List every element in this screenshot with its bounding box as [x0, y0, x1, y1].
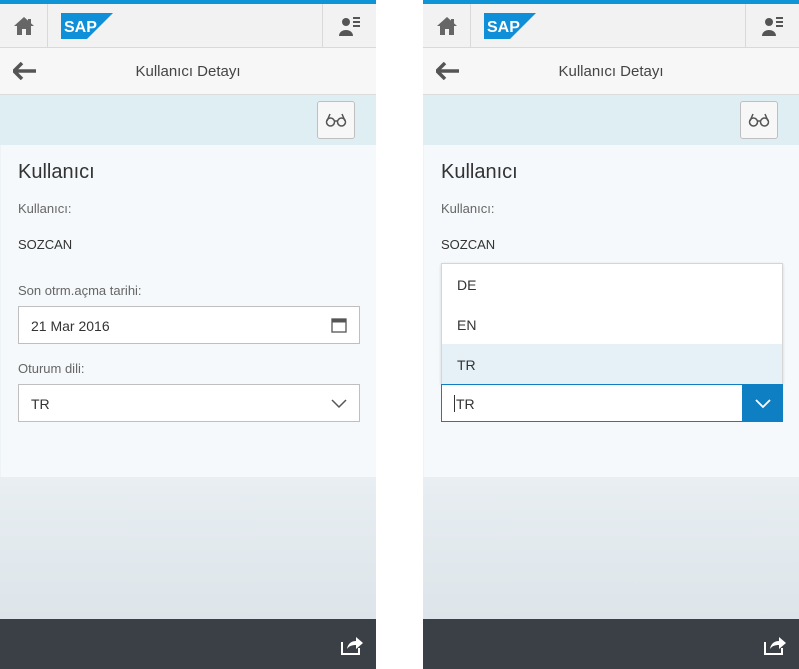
- dropdown-option-label: DE: [457, 277, 477, 293]
- nav-bar: Kullanıcı Detayı: [0, 48, 376, 95]
- subheader-toolbar: [0, 95, 376, 145]
- logon-language-select[interactable]: TR: [441, 384, 783, 422]
- user-value: SOZCAN: [18, 237, 73, 252]
- dropdown-option-tr[interactable]: TR: [442, 344, 782, 384]
- screen-dropdown-open: SAP Kullanıcı Detayı Kullanıcı Kullanıcı…: [423, 0, 799, 669]
- language-dropdown-list: DE EN TR: [441, 263, 783, 384]
- logon-language-value: TR: [456, 396, 475, 412]
- calendar-icon[interactable]: [331, 317, 347, 333]
- text-cursor: [454, 395, 455, 412]
- page-title: Kullanıcı Detayı: [558, 63, 664, 80]
- page-title: Kullanıcı Detayı: [135, 63, 241, 80]
- footer-bar: [0, 619, 376, 669]
- share-icon[interactable]: [340, 634, 364, 656]
- display-mode-button[interactable]: [317, 101, 355, 139]
- chevron-down-icon: [754, 399, 771, 409]
- svg-text:SAP: SAP: [487, 19, 520, 36]
- shell-bar: SAP: [0, 4, 376, 48]
- logon-language-select[interactable]: TR: [18, 384, 360, 422]
- glasses-icon: [748, 113, 770, 127]
- user-detail-form: Kullanıcı Kullanıcı: SOZCAN DE EN TR TR: [423, 145, 799, 477]
- logon-language-label: Oturum dili:: [18, 361, 85, 376]
- user-menu-icon: [761, 16, 783, 36]
- user-menu-button[interactable]: [322, 4, 376, 47]
- user-detail-form: Kullanıcı Kullanıcı: SOZCAN Son otrm.açm…: [0, 145, 376, 477]
- dropdown-option-de[interactable]: DE: [442, 264, 782, 304]
- last-logon-label: Son otrm.açma tarihi:: [18, 283, 142, 298]
- svg-text:SAP: SAP: [64, 19, 97, 36]
- footer-bar: [423, 619, 799, 669]
- subheader-toolbar: [423, 95, 799, 145]
- user-label: Kullanıcı:: [18, 201, 72, 216]
- user-label: Kullanıcı:: [441, 201, 495, 216]
- last-logon-date-field[interactable]: 21 Mar 2016: [18, 306, 360, 344]
- share-icon[interactable]: [763, 634, 787, 656]
- home-button[interactable]: [0, 4, 48, 47]
- sap-logo: SAP: [484, 13, 536, 39]
- dropdown-option-label: EN: [457, 317, 477, 333]
- empty-area: [0, 477, 376, 619]
- dropdown-option-label: TR: [457, 357, 476, 373]
- last-logon-date-value: 21 Mar 2016: [31, 318, 110, 334]
- section-title: Kullanıcı: [441, 161, 518, 183]
- display-mode-button[interactable]: [740, 101, 778, 139]
- empty-area: [423, 477, 799, 619]
- dropdown-option-en[interactable]: EN: [442, 304, 782, 344]
- home-button[interactable]: [423, 4, 471, 47]
- home-icon: [13, 16, 34, 35]
- chevron-down-icon[interactable]: [331, 397, 347, 409]
- user-value: SOZCAN: [441, 237, 496, 252]
- home-icon: [436, 16, 457, 35]
- sap-logo: SAP: [61, 13, 113, 39]
- nav-bar: Kullanıcı Detayı: [423, 48, 799, 95]
- dropdown-toggle-button[interactable]: [742, 384, 783, 422]
- logon-language-value: TR: [31, 396, 50, 412]
- shell-bar: SAP: [423, 4, 799, 48]
- user-menu-icon: [338, 16, 360, 36]
- section-title: Kullanıcı: [18, 161, 95, 183]
- user-menu-button[interactable]: [745, 4, 799, 47]
- screen-default: SAP Kullanıcı Detayı Kullanıcı Kullanıcı…: [0, 0, 376, 669]
- glasses-icon: [325, 113, 347, 127]
